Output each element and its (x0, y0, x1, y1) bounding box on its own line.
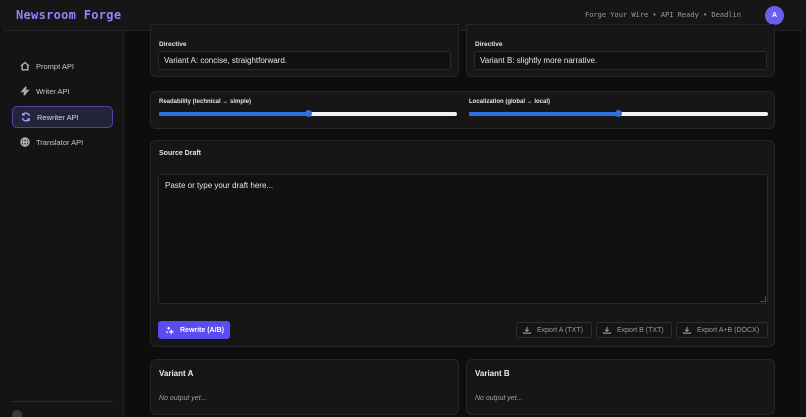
readability-slider[interactable] (159, 110, 457, 117)
sidebar-item-label: Prompt API (36, 61, 74, 71)
source-draft-textarea[interactable]: Paste or type your draft here... (158, 174, 768, 304)
export-ab-button[interactable]: Export A+B (DOCX) (676, 322, 768, 338)
variant-a-output-card: Variant A No output yet... (150, 359, 459, 415)
directive-card-b: Directive Variant B: slightly more narra… (466, 24, 775, 77)
download-icon (523, 326, 531, 334)
export-a-button[interactable]: Export A (TXT) (516, 322, 592, 338)
home-icon (20, 61, 30, 71)
download-icon (603, 326, 611, 334)
rewrite-button[interactable]: Rewrite (A/B) (158, 321, 230, 339)
bolt-icon (20, 86, 30, 96)
sidebar-item-rewriter-api[interactable]: Rewriter API (12, 106, 113, 128)
sidebar-item-translator-api[interactable]: Translator API (12, 131, 113, 153)
localization-slider[interactable] (469, 110, 768, 117)
readability-slider-thumb[interactable] (304, 110, 312, 117)
sidebar-item-label: Translator API (36, 137, 84, 147)
source-draft-placeholder: Paste or type your draft here... (165, 181, 274, 190)
refresh-icon (21, 112, 31, 122)
brand-logo-text[interactable]: Newsroom Forge (16, 8, 121, 22)
tone-sliders-card: Readability (technical ↔ simple) Localiz… (150, 91, 775, 129)
directive-card-a: Directive Variant A: concise, straightfo… (150, 24, 459, 77)
readability-slider-fill (159, 112, 308, 116)
variant-a-title: Variant A (159, 369, 194, 378)
sidebar-item-label: Writer API (36, 86, 70, 96)
download-icon (683, 326, 691, 334)
main-scrollbar[interactable] (800, 31, 806, 417)
sidebar-item-prompt-api[interactable]: Prompt API (12, 55, 113, 77)
variant-b-empty-text: No output yet... (475, 395, 523, 402)
localization-slider-thumb[interactable] (615, 110, 622, 117)
readability-label: Readability (technical ↔ simple) (159, 99, 252, 105)
sidebar-footer (12, 401, 113, 417)
globe-icon (20, 137, 30, 147)
directive-input-b[interactable]: Variant B: slightly more narrative. (474, 51, 767, 70)
resize-handle-icon[interactable] (760, 296, 766, 302)
localization-slider-fill (469, 112, 619, 116)
export-b-button[interactable]: Export B (TXT) (596, 322, 672, 338)
directive-input-a[interactable]: Variant A: concise, straightforward. (158, 51, 451, 70)
avatar[interactable]: A (765, 6, 784, 25)
source-draft-label: Source Draft (159, 150, 202, 157)
sidebar-item-writer-api[interactable]: Writer API (12, 80, 113, 102)
variant-b-output-card: Variant B No output yet... (466, 359, 775, 415)
source-draft-card: Source Draft Paste or type your draft he… (150, 140, 775, 347)
sidebar: Prompt API Writer API Rewriter API Trans… (0, 31, 124, 417)
sparkle-icon (165, 326, 174, 334)
localization-label: Localization (global ↔ local) (469, 99, 551, 105)
variant-b-title: Variant B (475, 369, 510, 378)
directive-label-b: Directive (475, 41, 503, 48)
sidebar-item-label: Rewriter API (37, 112, 79, 122)
user-dot[interactable] (12, 410, 22, 417)
variant-a-empty-text: No output yet... (159, 395, 207, 402)
status-ticker: Forge Your Wire • API Ready • Deadlin (585, 11, 741, 19)
directive-label-a: Directive (159, 41, 187, 48)
